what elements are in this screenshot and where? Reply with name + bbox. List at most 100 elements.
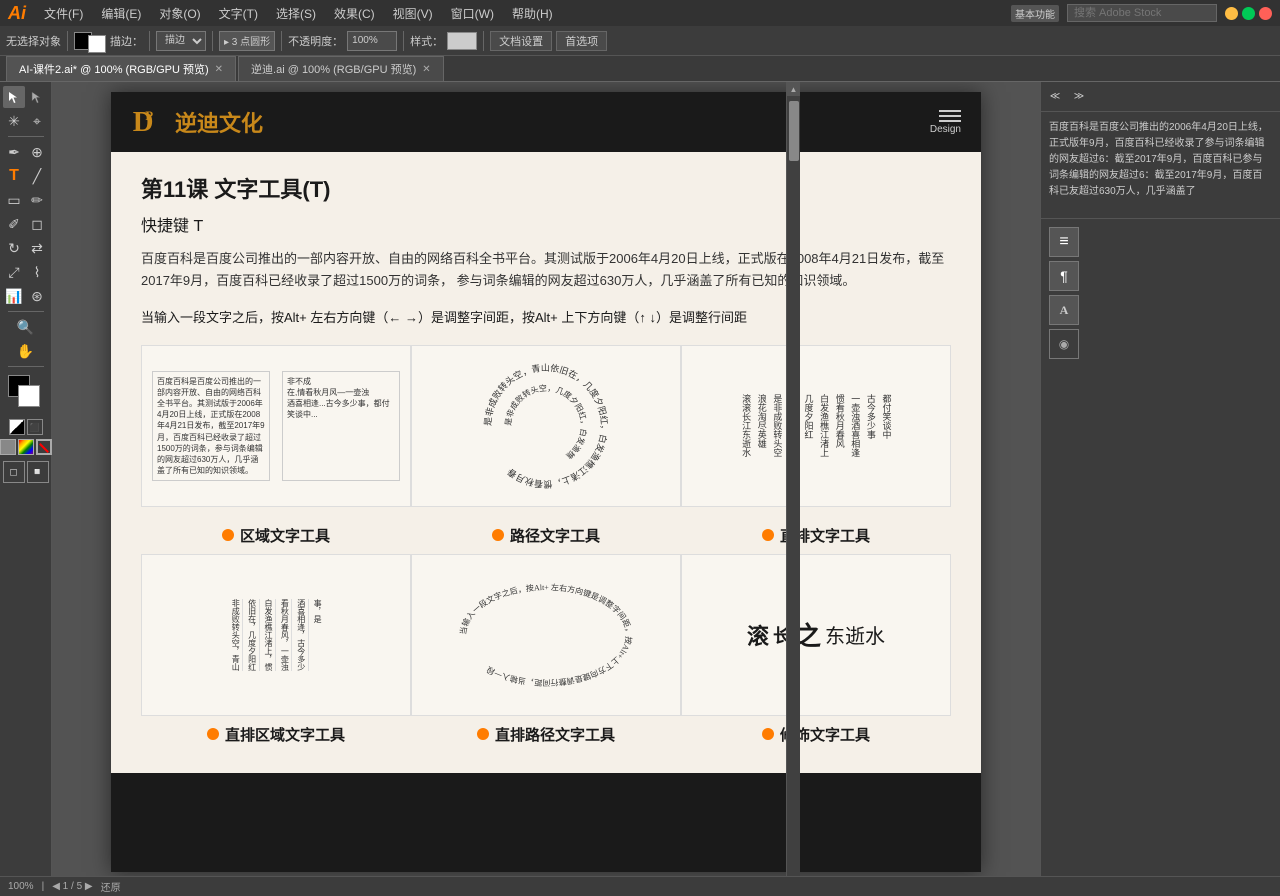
vertical-scrollbar[interactable]: ▲ ▼ [786,82,800,896]
right-align-icon[interactable]: ≡ [1049,227,1079,257]
right-type-icon-a[interactable]: A [1049,295,1079,325]
symbol-tool[interactable]: ⊛ [26,285,48,307]
toolbar-separator-5 [403,31,404,51]
add-anchor-tool[interactable]: ⊕ [26,141,48,163]
menu-window[interactable]: 窗口(W) [443,3,502,24]
magic-wand-tool[interactable]: ✳ [3,110,25,132]
color-mode-icon[interactable] [0,439,16,455]
stroke-color-swatch[interactable] [88,35,106,53]
label-path-text: 路径文字工具 [411,517,681,554]
menu-object[interactable]: 对象(O) [151,3,208,24]
dot-4 [207,728,219,740]
pencil-tool[interactable]: ✐ [3,213,25,235]
tool-separator-1 [8,136,44,137]
tool-separator-3 [8,366,44,367]
right-circle-icon[interactable]: ◉ [1049,329,1079,359]
graph-tool[interactable]: 📊 [3,285,25,307]
right-text-panel: 百度百科是百度公司推出的2006年4月20日上线，正式版年9月，百度百科已经收录… [1041,112,1280,208]
window-controls [1225,7,1272,20]
label-area-text: 区域文字工具 [141,517,411,554]
scroll-thumb[interactable] [789,101,799,161]
panel-collapse-icon[interactable]: ≪ [1045,87,1065,107]
current-page: 1 [63,881,69,892]
menu-file[interactable]: 文件(F) [36,3,91,24]
draw-normal-icon[interactable]: ◻ [3,461,25,483]
search-input[interactable] [1067,4,1217,22]
zoom-level[interactable]: 100% [8,881,34,892]
draw-behind-icon[interactable]: ◽ [27,461,49,483]
logo: D P 逆迪文化 [131,104,263,140]
hamburger-menu[interactable] [930,110,961,122]
label-decoration: 修饰文字工具 [681,716,951,753]
next-page-btn[interactable]: ▶ [85,881,93,892]
rotate-tool[interactable]: ↻ [3,237,25,259]
tab-nidi[interactable]: 逆迪.ai @ 100% (RGB/GPU 预览) ✕ [238,56,444,81]
maximize-button[interactable] [1242,7,1255,20]
toolbar-separator-4 [281,31,282,51]
deco-text-1: 滚 [747,619,769,651]
preferences-button[interactable]: 首选项 [556,31,607,51]
demo-area-text-poem: 非不成在,情看秋月风—一壶浊酒喜相逢...古今多少事，都付笑谈中... [287,376,395,421]
reflect-tool[interactable]: ⇄ [26,237,48,259]
none-mode-icon[interactable] [36,439,52,455]
tab-close-button[interactable]: ✕ [215,64,223,75]
dot-6 [762,728,774,740]
menu-select[interactable]: 选择(S) [268,3,324,24]
page-indicator: ◀ 1 / 5 ▶ [52,881,92,892]
toolbar-separator-1 [67,31,68,51]
v-text-col5: 几度夕阳红 [802,394,815,457]
demo-v-path-text: 当输入一段文字之后，按Alt+ 左右方向键是调整字间距，按Alt+上下方向键是调… [411,554,681,716]
background-color[interactable] [18,385,40,407]
prev-page-btn[interactable]: ◀ [52,881,60,892]
brush-dropdown[interactable]: 描边 [156,31,206,51]
line-tool[interactable]: ╱ [26,165,48,187]
hand-tool[interactable]: ✋ [15,340,37,362]
zoom-tool[interactable]: 🔍 [15,316,37,338]
pen-tool[interactable]: ✒ [3,141,25,163]
type-tool[interactable]: T [3,165,25,187]
page-separator: / [71,881,74,892]
menu-edit[interactable]: 编辑(E) [93,3,149,24]
point-shape-button[interactable]: ▸ 3 点圆形 [219,31,275,51]
eraser-tool[interactable]: ◻ [26,213,48,235]
default-colors-icon[interactable]: ⬛ [27,419,43,435]
gradient-mode-icon[interactable] [18,439,34,455]
labels-row-2: 直排区域文字工具 直排路径文字工具 修饰文字工具 [141,716,951,753]
right-panel-text: 百度百科是百度公司推出的2006年4月20日上线，正式版年9月，百度百科已经收录… [1049,120,1272,200]
warp-tool[interactable]: ⌇ [26,261,48,283]
v-text-col9: 古今多少事 [864,394,877,457]
minimize-button[interactable] [1225,7,1238,20]
tab-ai-course[interactable]: AI-课件2.ai* @ 100% (RGB/GPU 预览) ✕ [6,56,236,81]
tip-text: 当输入一段文字之后，按Alt+ 左右方向键（← →）是调整字间距，按Alt+ 上… [141,308,951,329]
app-logo: Ai [8,3,26,24]
style-swatch[interactable] [447,32,477,50]
menu-effect[interactable]: 效果(C) [326,3,383,24]
opacity-input[interactable] [347,31,397,51]
decoration-text-content: 滚 长 之 东逝水 [747,616,885,653]
swap-colors-icon[interactable] [9,419,25,435]
lasso-tool[interactable]: ⌖ [26,110,48,132]
right-para-icon[interactable]: ¶ [1049,261,1079,291]
scroll-up-button[interactable]: ▲ [787,82,800,96]
label-vertical-text: 直排文字工具 [681,517,951,554]
panel-expand-icon[interactable]: ≫ [1069,87,1089,107]
menu-text[interactable]: 文字(T) [211,3,266,24]
dot-5 [477,728,489,740]
left-toolbar: ✳ ⌖ ✒ ⊕ T ╱ ▭ ✏ ✐ ◻ ↻ ⇄ ⤢ ⌇ 📊 ⊛ [0,82,52,896]
label-area-text-text: 区域文字工具 [240,525,330,546]
v-text-col8: 一壶浊酒喜相逢 [849,394,862,457]
scale-tool[interactable]: ⤢ [3,261,25,283]
v-area-col1: 非成败转头空，青山 [230,599,243,671]
tab-close-button-2[interactable]: ✕ [422,64,430,75]
deco-text-4: 东逝水 [825,620,885,649]
scroll-track[interactable] [787,96,800,882]
menu-view[interactable]: 视图(V) [385,3,441,24]
direct-select-tool[interactable] [26,86,48,108]
menu-help[interactable]: 帮助(H) [504,3,561,24]
select-tool[interactable] [3,86,25,108]
close-button[interactable] [1259,7,1272,20]
paintbrush-tool[interactable]: ✏ [26,189,48,211]
doc-settings-button[interactable]: 文档设置 [490,31,552,51]
rectangle-tool[interactable]: ▭ [3,189,25,211]
workspace-mode[interactable]: 基本功能 [1011,5,1059,22]
